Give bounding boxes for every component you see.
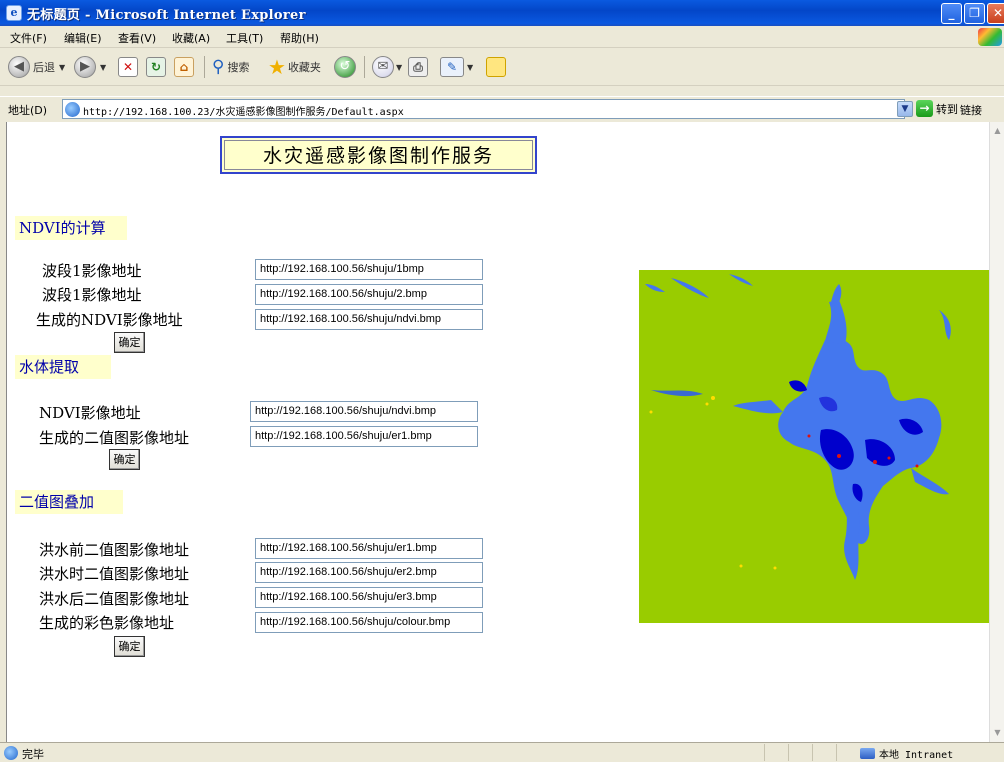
page-content: 水灾遥感影像图制作服务 NDVI的计算 波段1影像地址 http://192.1… — [6, 122, 989, 742]
search-button[interactable]: ⚲ 搜索 — [212, 54, 249, 80]
page-title: 水灾遥感影像图制作服务 — [220, 136, 537, 174]
binary-output-input[interactable]: http://192.168.100.56/shuju/er1.bmp — [250, 426, 478, 447]
menu-bar: 文件(F) 编辑(E) 查看(V) 收藏(A) 工具(T) 帮助(H) — [0, 26, 1004, 48]
print-button[interactable]: ⎙ — [408, 54, 428, 80]
chevron-down-icon: ▼ — [396, 62, 403, 72]
menu-favorites[interactable]: 收藏(A) — [172, 30, 210, 46]
ndvi-output-input[interactable]: http://192.168.100.56/shuju/ndvi.bmp — [255, 309, 483, 330]
links-button[interactable]: 链接 — [960, 102, 982, 118]
flood-map-graphic — [639, 270, 989, 623]
star-icon: ★ — [268, 55, 286, 79]
mail-icon: ✉ — [372, 56, 394, 78]
intranet-zone-icon — [860, 748, 875, 759]
address-bar: 地址(D) http://192.168.100.23/水灾遥感影像图制作服务/… — [0, 96, 1004, 120]
go-button[interactable]: → 转到 — [916, 100, 958, 117]
field-label: 生成的NDVI影像地址 — [36, 311, 183, 329]
water-confirm-button[interactable]: 确定 — [109, 449, 140, 470]
menu-edit[interactable]: 编辑(E) — [64, 30, 102, 46]
field-label: 洪水后二值图影像地址 — [39, 590, 190, 608]
band1-input[interactable]: http://192.168.100.56/shuju/1bmp — [255, 259, 483, 280]
ndvi-confirm-button[interactable]: 确定 — [114, 332, 145, 353]
favorites-label: 收藏夹 — [287, 61, 321, 74]
overlay-confirm-button[interactable]: 确定 — [114, 636, 145, 657]
before-flood-input[interactable]: http://192.168.100.56/shuju/er1.bmp — [255, 538, 483, 559]
stop-icon: ✕ — [118, 57, 138, 77]
maximize-button[interactable]: ❐ — [964, 3, 985, 24]
menu-tools[interactable]: 工具(T) — [226, 30, 263, 46]
refresh-icon: ↻ — [146, 57, 166, 77]
ie-window: e 无标题页 - Microsoft Internet Explorer _ ❐… — [0, 0, 1004, 762]
after-flood-input[interactable]: http://192.168.100.56/shuju/er3.bmp — [255, 587, 483, 608]
search-icon: ⚲ — [212, 57, 225, 77]
zone-label: 本地 Intranet — [879, 750, 954, 761]
status-bar: 完毕 本地 Intranet — [0, 742, 1004, 762]
status-text: 完毕 — [22, 748, 44, 761]
refresh-button[interactable]: ↻ — [146, 54, 166, 80]
go-label: 转到 — [936, 102, 958, 116]
mail-button[interactable]: ✉ ▼ — [372, 54, 402, 80]
page-globe-icon — [65, 102, 80, 117]
menu-help[interactable]: 帮助(H) — [280, 30, 319, 46]
history-button[interactable]: ↺ — [334, 54, 356, 80]
minimize-button[interactable]: _ — [941, 3, 962, 24]
address-input[interactable]: http://192.168.100.23/水灾遥感影像图制作服务/Defaul… — [62, 99, 905, 119]
chevron-down-icon: ▼ — [467, 62, 474, 72]
field-label: 波段1影像地址 — [42, 286, 142, 304]
search-label: 搜索 — [227, 61, 250, 74]
forward-arrow-icon: ▶ — [74, 56, 96, 78]
discuss-button[interactable] — [486, 54, 506, 80]
close-button[interactable]: ✕ — [987, 3, 1004, 24]
favorites-button[interactable]: ★ 收藏夹 — [268, 54, 321, 80]
window-title: 无标题页 - Microsoft Internet Explorer — [27, 8, 306, 23]
home-button[interactable]: ⌂ — [174, 54, 194, 80]
field-label: 洪水时二值图影像地址 — [39, 565, 190, 583]
toolbar: ◀ 后退 ▼ ▶ ▼ ✕ ↻ ⌂ ⚲ 搜索 ★ 收藏夹 ↺ ✉ ▼ ⎙ ✎ ▼ — [0, 48, 1004, 86]
ndvi-input[interactable]: http://192.168.100.56/shuju/ndvi.bmp — [250, 401, 478, 422]
field-label: 生成的二值图影像地址 — [39, 429, 190, 447]
edit-button[interactable]: ✎ ▼ — [440, 54, 473, 80]
menu-file[interactable]: 文件(F) — [10, 30, 47, 46]
windows-logo-icon — [978, 28, 1002, 46]
field-label: 洪水前二值图影像地址 — [39, 541, 190, 559]
flood-map-image — [639, 270, 989, 623]
field-label: NDVI影像地址 — [39, 404, 141, 422]
stop-button[interactable]: ✕ — [118, 54, 138, 80]
back-label: 后退 — [33, 61, 55, 74]
security-zone: 本地 Intranet — [860, 746, 953, 761]
vertical-scrollbar[interactable]: ▲ ▼ — [989, 122, 1004, 742]
history-icon: ↺ — [334, 56, 356, 78]
section-heading-water: 水体提取 — [15, 355, 111, 379]
chevron-down-icon: ▼ — [100, 62, 107, 72]
during-flood-input[interactable]: http://192.168.100.56/shuju/er2.bmp — [255, 562, 483, 583]
menu-view[interactable]: 查看(V) — [118, 30, 156, 46]
go-arrow-icon: → — [916, 100, 933, 117]
field-label: 波段1影像地址 — [42, 262, 142, 280]
field-label: 生成的彩色影像地址 — [39, 614, 175, 632]
address-label: 地址(D) — [8, 104, 48, 117]
note-icon — [486, 57, 506, 77]
home-icon: ⌂ — [174, 57, 194, 77]
forward-button[interactable]: ▶ ▼ — [74, 54, 106, 80]
colour-output-input[interactable]: http://192.168.100.56/shuju/colour.bmp — [255, 612, 483, 633]
section-heading-ndvi: NDVI的计算 — [15, 216, 127, 240]
back-button[interactable]: ◀ 后退 ▼ — [8, 54, 65, 80]
page-status-icon — [4, 746, 18, 760]
edit-page-icon: ✎ — [440, 57, 464, 77]
address-dropdown-button[interactable]: ▼ — [897, 101, 913, 117]
chevron-down-icon: ▼ — [59, 62, 66, 72]
printer-icon: ⎙ — [408, 57, 428, 77]
title-bar[interactable]: e 无标题页 - Microsoft Internet Explorer _ ❐… — [0, 0, 1004, 26]
scroll-down-arrow-icon[interactable]: ▼ — [991, 726, 1004, 739]
band2-input[interactable]: http://192.168.100.56/shuju/2.bmp — [255, 284, 483, 305]
back-arrow-icon: ◀ — [8, 56, 30, 78]
section-heading-overlay: 二值图叠加 — [15, 490, 123, 514]
address-url: http://192.168.100.23/水灾遥感影像图制作服务/Defaul… — [83, 107, 404, 118]
ie-icon: e — [6, 5, 22, 21]
scroll-up-arrow-icon[interactable]: ▲ — [991, 124, 1004, 137]
